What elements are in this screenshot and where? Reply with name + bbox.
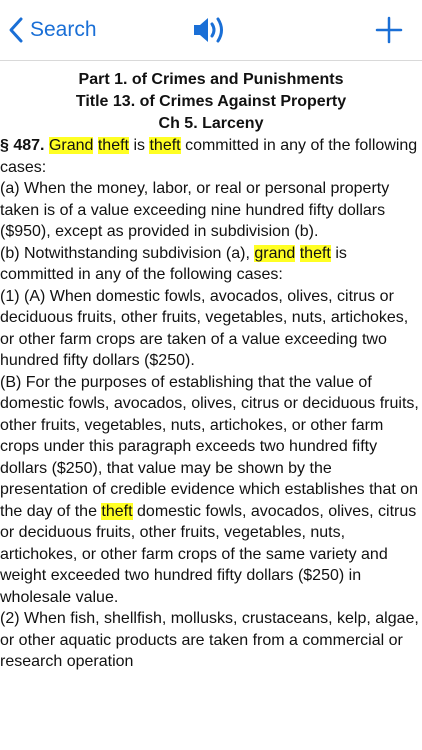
section-paragraph: § 487. Grand theft is theft committed in… <box>0 135 422 178</box>
plus-icon <box>375 16 403 44</box>
back-button-label: Search <box>30 18 97 41</box>
section-number: § 487. <box>0 137 45 154</box>
back-button[interactable]: Search <box>8 14 97 46</box>
chapter-title: Ch 5. Larceny <box>158 115 264 132</box>
paragraph-b1B-text: (B) For the purposes of establishing tha… <box>0 373 419 520</box>
speaker-icon <box>194 17 223 43</box>
chevron-left-icon <box>8 16 24 44</box>
subdivision-b-text: (b) Notwithstanding subdivision (a), <box>0 244 250 262</box>
navigation-bar: Search <box>0 0 422 61</box>
highlight-theft: theft <box>97 137 129 154</box>
highlight-grand: Grand <box>48 137 94 154</box>
paragraph-b1A: (1) (A) When domestic fowls, avocados, o… <box>0 287 409 370</box>
paragraph-b1B: (B) For the purposes of establishing tha… <box>0 372 422 609</box>
statute-content[interactable]: Part 1. of Crimes and Punishments Title … <box>0 61 422 750</box>
highlight-theft: theft <box>101 502 133 520</box>
highlight-theft: theft <box>149 137 181 154</box>
section-text: is <box>133 137 146 154</box>
subdivision-a: (a) When the money, labor, or real or pe… <box>0 180 390 240</box>
add-button[interactable] <box>374 15 404 45</box>
title-title: Title 13. of Crimes Against Property <box>75 93 347 110</box>
statute-heading: Part 1. of Crimes and Punishments Title … <box>0 69 422 135</box>
highlight-theft: theft <box>299 244 331 262</box>
highlight-grand: grand <box>254 244 296 262</box>
subdivision-b: (b) Notwithstanding subdivision (a), gra… <box>0 243 422 286</box>
speaker-button[interactable] <box>190 13 232 47</box>
paragraph-b2: (2) When fish, shellfish, mollusks, crus… <box>0 610 419 670</box>
part-title: Part 1. of Crimes and Punishments <box>78 71 344 88</box>
